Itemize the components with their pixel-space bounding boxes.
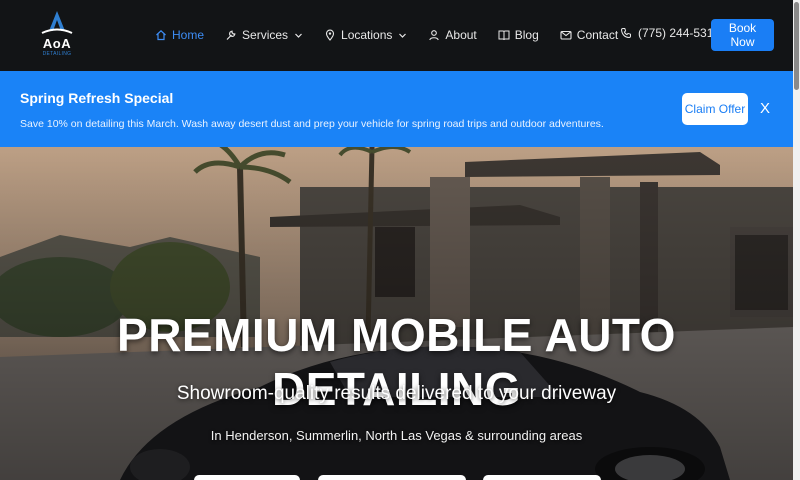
nav-item-locations[interactable]: Locations	[324, 28, 407, 42]
nav-item-blog[interactable]: Blog	[498, 28, 539, 42]
page-scrollbar[interactable]	[793, 0, 800, 480]
phone-link[interactable]: (775) 244-5315	[620, 26, 720, 40]
nav-label-contact: Contact	[576, 28, 619, 42]
nav-label-services: Services	[242, 28, 289, 42]
promo-banner: Spring Refresh Special Save 10% on detai…	[0, 71, 793, 147]
map-pin-icon	[325, 29, 335, 41]
logo-mark-icon	[41, 11, 73, 34]
book-icon	[498, 30, 510, 41]
wrench-icon	[226, 30, 236, 40]
site-header: AoA DETAILING Home Services Locations Ab…	[0, 0, 793, 71]
claim-offer-button[interactable]: Claim Offer	[682, 93, 748, 125]
logo-text: AoA	[42, 36, 72, 51]
nav-label-home: Home	[172, 28, 205, 42]
hero-cta-button-3[interactable]	[483, 475, 601, 480]
logo-subtext: DETAILING	[42, 51, 72, 57]
nav-item-about[interactable]: About	[428, 28, 477, 42]
book-now-button[interactable]: Book Now	[711, 19, 774, 51]
promo-title: Spring Refresh Special	[20, 90, 174, 106]
nav-item-home[interactable]: Home	[155, 28, 204, 42]
hero-subtitle: Showroom-quality results delivered to yo…	[176, 383, 617, 404]
scrollbar-thumb[interactable]	[794, 2, 799, 90]
mail-icon	[560, 30, 572, 40]
home-icon	[156, 29, 166, 41]
chevron-down-icon	[399, 33, 407, 38]
main-nav: Home Services Locations About Blog Conta…	[155, 25, 639, 45]
chevron-down-icon	[295, 33, 302, 38]
nav-item-services[interactable]: Services	[225, 28, 303, 42]
phone-icon	[620, 28, 631, 39]
user-icon	[429, 30, 440, 41]
promo-text: Save 10% on detailing this March. Wash a…	[20, 118, 604, 130]
close-promo-button[interactable]: X	[758, 99, 772, 117]
nav-label-about: About	[445, 28, 477, 42]
hero-cta-button-1[interactable]	[194, 475, 300, 480]
nav-label-blog: Blog	[514, 28, 539, 42]
nav-item-contact[interactable]: Contact	[560, 28, 618, 42]
hero-cta-button-2[interactable]	[318, 475, 466, 480]
hero-section: PREMIUM MOBILE AUTO DETAILING Showroom-q…	[0, 147, 793, 480]
nav-label-locations: Locations	[341, 28, 393, 42]
brand-logo[interactable]: AoA DETAILING	[36, 9, 78, 61]
phone-number: (775) 244-5315	[638, 26, 721, 40]
hero-service-areas: In Henderson, Summerlin, North Las Vegas…	[210, 428, 583, 443]
